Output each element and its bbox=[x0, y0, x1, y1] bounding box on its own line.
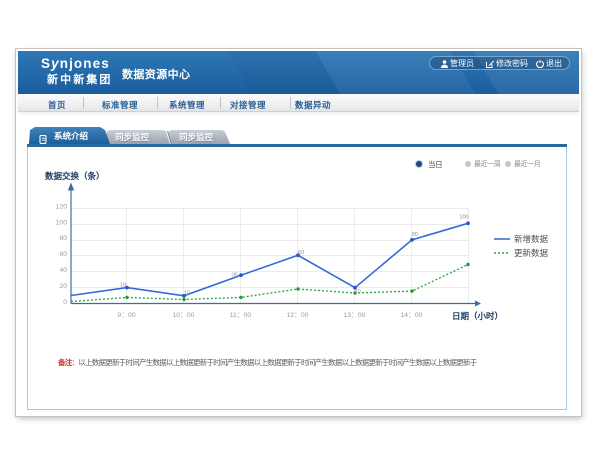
svg-text:10: 10 bbox=[355, 289, 361, 295]
svg-text:60: 60 bbox=[298, 250, 304, 256]
svg-text:10: 10 bbox=[184, 290, 190, 296]
svg-text:14：00: 14：00 bbox=[401, 312, 423, 319]
svg-text:18: 18 bbox=[120, 283, 126, 289]
svg-text:35: 35 bbox=[232, 272, 238, 278]
svg-text:12：00: 12：00 bbox=[287, 312, 309, 319]
svg-text:100: 100 bbox=[56, 220, 68, 227]
svg-text:13：00: 13：00 bbox=[344, 312, 366, 319]
svg-text:9：00: 9：00 bbox=[117, 312, 135, 319]
svg-text:10：00: 10：00 bbox=[173, 312, 195, 319]
svg-text:60: 60 bbox=[59, 251, 67, 258]
svg-text:80: 80 bbox=[412, 232, 418, 238]
svg-text:0: 0 bbox=[63, 299, 67, 306]
svg-text:11：00: 11：00 bbox=[230, 312, 252, 319]
svg-text:80: 80 bbox=[59, 235, 67, 242]
svg-text:100: 100 bbox=[459, 215, 468, 221]
svg-text:120: 120 bbox=[56, 204, 68, 211]
svg-text:40: 40 bbox=[59, 267, 67, 274]
svg-text:20: 20 bbox=[59, 283, 67, 290]
